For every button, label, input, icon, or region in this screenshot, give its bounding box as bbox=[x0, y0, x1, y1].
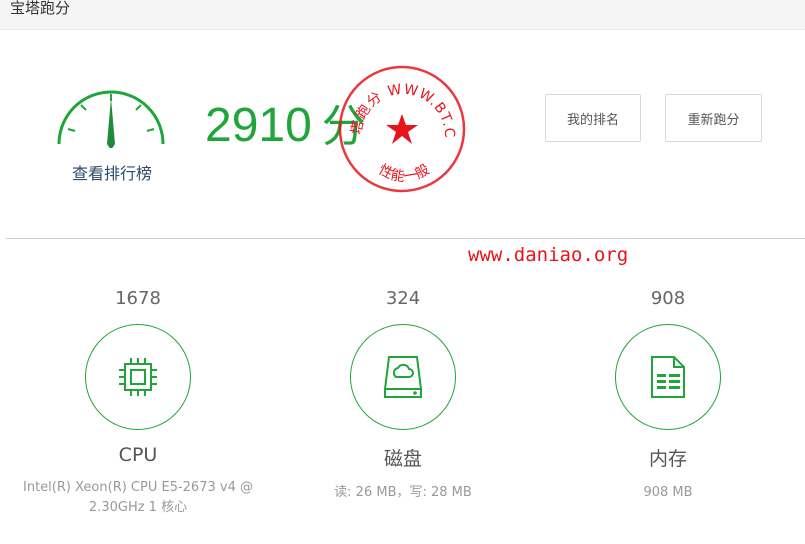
cpu-detail: Intel(R) Xeon(R) CPU E5-2673 v4 @ 2.30GH… bbox=[3, 478, 273, 518]
memory-detail: 908 MB bbox=[643, 485, 693, 500]
title-bar: 宝塔跑分 bbox=[0, 0, 805, 30]
memory-metric: 908 内存 908 MB bbox=[533, 286, 803, 503]
page-title: 宝塔跑分 bbox=[10, 0, 71, 17]
memory-doc-icon bbox=[651, 356, 685, 398]
cpu-label: CPU bbox=[118, 444, 158, 466]
cpu-detail-line2: 2.30GHz 1 核心 bbox=[88, 500, 188, 515]
star-icon bbox=[386, 114, 418, 144]
score-value: 2910 bbox=[205, 99, 312, 152]
memory-icon-circle bbox=[615, 324, 721, 430]
disk-metric: 324 磁盘 读: 26 MB，写: 28 MB bbox=[268, 286, 538, 503]
cpu-chip-icon bbox=[119, 358, 157, 396]
view-leaderboard-link[interactable]: 查看排行榜 bbox=[63, 160, 161, 184]
rerun-benchmark-button[interactable]: 重新跑分 bbox=[665, 94, 762, 142]
performance-stamp: 宝塔跑分 WWW.BT.CN 性能一般 bbox=[335, 62, 470, 197]
my-rank-button[interactable]: 我的排名 bbox=[545, 94, 641, 142]
disk-detail: 读: 26 MB，写: 28 MB bbox=[334, 485, 472, 500]
disk-label: 磁盘 bbox=[383, 448, 422, 470]
memory-score: 908 bbox=[650, 288, 686, 309]
disk-icon-circle bbox=[350, 324, 456, 430]
cpu-metric: 1678 CPU Intel(R) Xeon(R) CPU E5-2673 v4… bbox=[3, 286, 273, 518]
section-divider bbox=[6, 238, 805, 239]
stamp-bottom-text: 性能一般 bbox=[376, 162, 433, 186]
cpu-icon-circle bbox=[85, 324, 191, 430]
site-watermark: www.daniao.org bbox=[468, 244, 629, 266]
cpu-detail-line1: Intel(R) Xeon(R) CPU E5-2673 v4 @ bbox=[23, 480, 253, 495]
memory-label: 内存 bbox=[648, 448, 687, 470]
speed-gauge-icon bbox=[54, 78, 168, 148]
disk-drive-icon bbox=[384, 356, 422, 398]
cpu-score: 1678 bbox=[115, 288, 161, 309]
disk-score: 324 bbox=[385, 288, 421, 309]
svg-text:性能一般: 性能一般 bbox=[376, 162, 433, 186]
